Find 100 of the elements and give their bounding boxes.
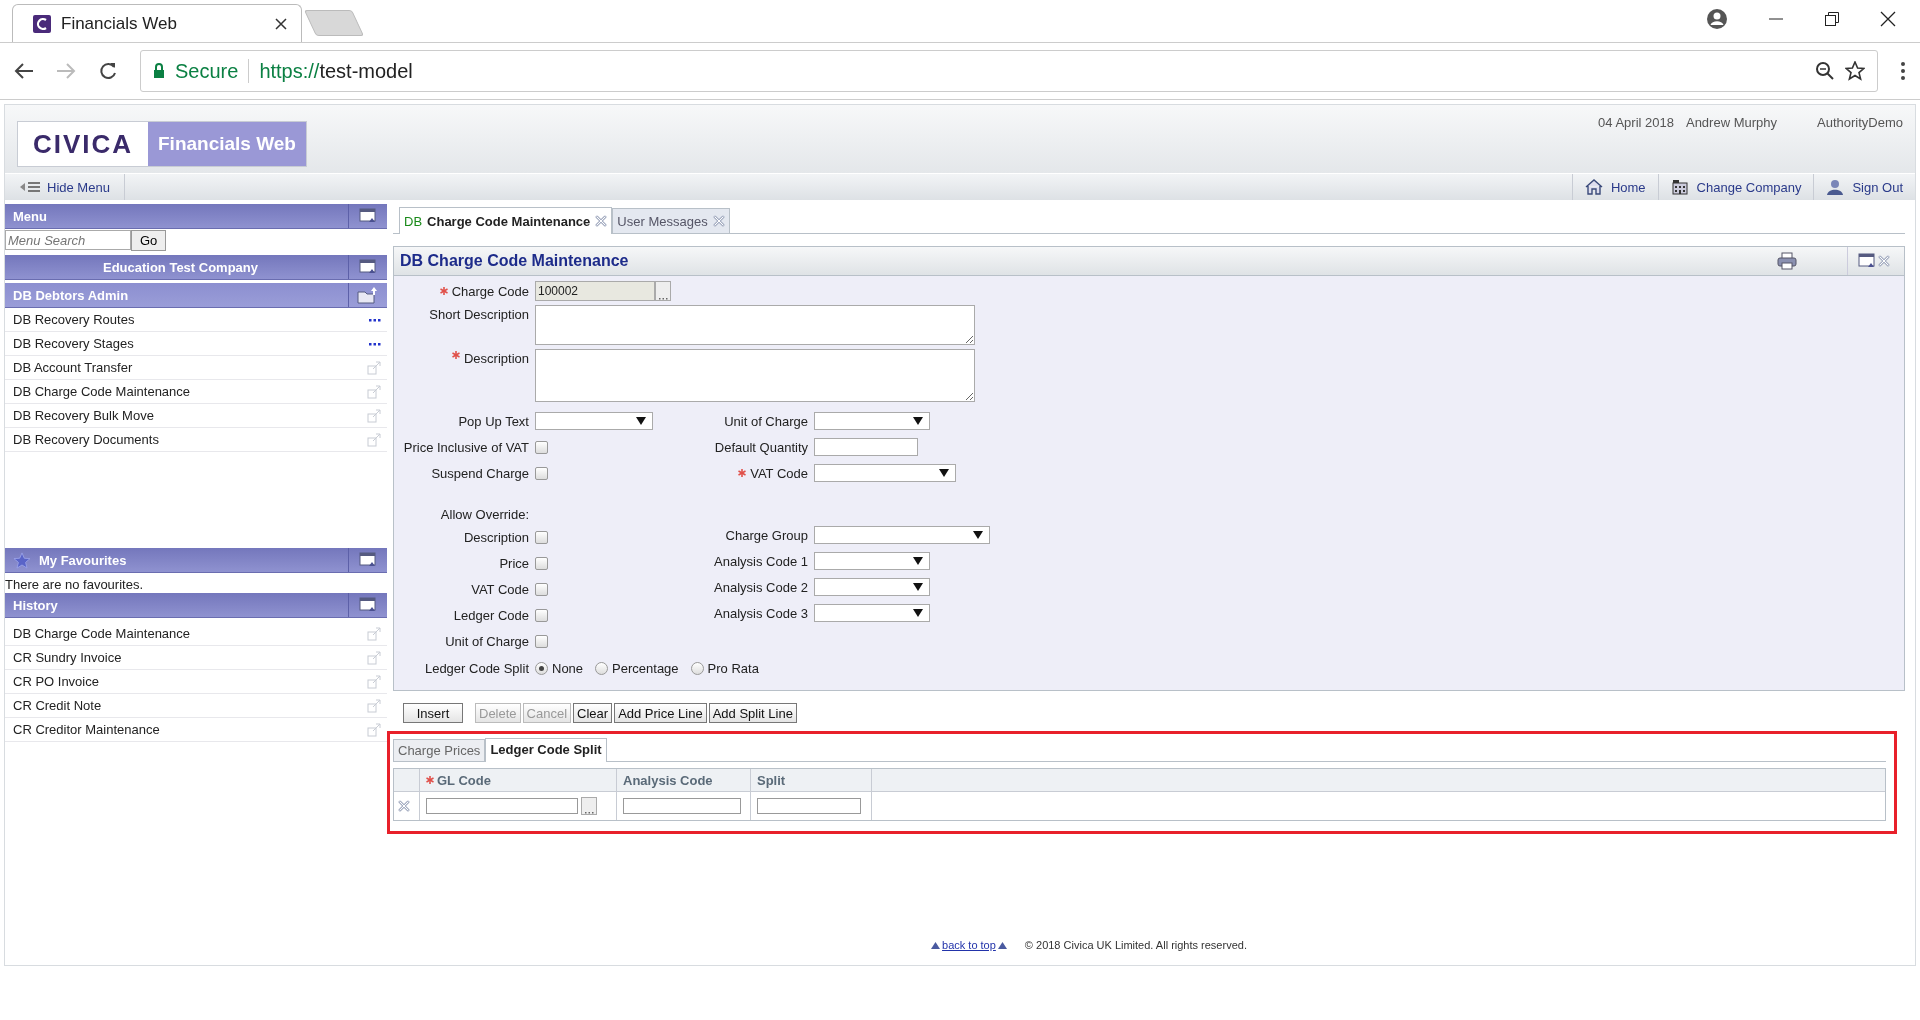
sub-tab[interactable]: Ledger Code Split [485,738,607,762]
history-item[interactable]: CR Sundry Invoice [5,646,387,670]
lookup-button[interactable] [581,797,597,815]
section-title: DB Debtors Admin [13,287,129,303]
close-icon[interactable] [275,17,287,30]
nav-link[interactable]: Sign Out [1813,174,1915,200]
window-icon[interactable] [359,552,377,568]
nav-link[interactable]: Home [1571,174,1658,200]
menu-item[interactable]: DB Charge Code Maintenance [5,380,387,404]
delete-icon[interactable] [398,800,410,812]
reload-icon[interactable] [98,61,118,81]
checkbox[interactable] [535,608,548,622]
nav-link[interactable]: Change Company [1657,174,1814,200]
more-icon[interactable] [369,341,381,346]
go-button[interactable]: Go [131,230,167,251]
menu-item[interactable]: DB Recovery Routes [5,308,387,332]
more-icon[interactable] [369,317,381,322]
history-item[interactable]: CR Creditor Maintenance [5,718,387,742]
url-text: https://test-model [259,59,413,83]
copyright-text: © 2018 Civica UK Limited. All rights reserved. [1024,939,1247,951]
address-bar[interactable]: Secure https://test-model [140,50,1878,92]
checkbox[interactable] [535,530,548,544]
radio-button[interactable] [535,661,548,675]
description-field[interactable] [535,349,975,402]
field-label: Charge Group [725,527,808,543]
home-icon [1584,179,1603,195]
checkbox[interactable] [535,466,548,480]
sub-tab[interactable]: Charge Prices [393,739,486,761]
new-tab-button[interactable] [303,10,365,36]
radio-label[interactable]: Percentage [612,660,679,676]
radio-label[interactable]: None [552,660,584,676]
window-icon[interactable] [1858,253,1876,269]
hide-menu-link[interactable]: Hide Menu [5,174,125,200]
menu-item[interactable]: DB Recovery Bulk Move [5,404,387,428]
close-icon[interactable] [1880,11,1896,27]
open-window-icon[interactable] [367,674,381,689]
dropdown[interactable] [814,578,930,596]
radio-button[interactable] [690,661,704,675]
charge-code-field[interactable]: 100002 [535,281,655,301]
page-tab[interactable]: User Messages [612,208,730,233]
folder-up-icon[interactable] [357,286,379,304]
lookup-button[interactable] [655,281,671,301]
window-icon[interactable] [359,597,377,613]
checkbox[interactable] [535,634,548,648]
history-item[interactable]: CR Credit Note [5,694,387,718]
menu-icon[interactable] [1900,61,1906,81]
menu-search-field[interactable]: Menu Search [5,230,131,250]
browser-tab[interactable]: Financials Web [12,4,302,42]
dropdown-arrow-icon [913,609,923,617]
open-window-icon[interactable] [367,360,381,375]
lock-icon [153,63,165,79]
open-window-icon[interactable] [367,650,381,665]
account-icon[interactable] [1706,8,1728,30]
page-tab[interactable]: DB Charge Code Maintenance [399,207,613,234]
radio-label[interactable]: Pro Rata [707,660,759,676]
menu-item[interactable]: DB Recovery Documents [5,428,387,452]
checkbox[interactable] [535,556,548,570]
window-icon[interactable] [359,208,377,224]
dropdown[interactable] [535,412,653,430]
restore-icon[interactable] [1824,11,1840,27]
user-name: Andrew Murphy [1685,115,1777,130]
field-label: Price [499,555,529,571]
action-button[interactable]: Insert [403,703,463,723]
history-item[interactable]: CR PO Invoice [5,670,387,694]
menu-item[interactable]: DB Recovery Stages [5,332,387,356]
open-window-icon[interactable] [367,626,381,641]
description-field[interactable] [535,305,975,345]
open-window-icon[interactable] [367,432,381,447]
zoom-icon[interactable] [1815,61,1835,81]
dropdown[interactable] [814,552,930,570]
app-logo-icon [33,14,51,33]
forward-icon[interactable] [56,62,76,80]
text-field[interactable] [814,438,918,456]
window-icon[interactable] [359,259,377,275]
open-window-icon[interactable] [367,384,381,399]
text-field[interactable] [757,798,861,814]
action-button[interactable]: Add Split Line [708,703,797,723]
radio-button[interactable] [595,661,609,675]
dropdown[interactable] [814,464,956,482]
back-icon[interactable] [14,62,34,80]
open-window-icon[interactable] [367,722,381,737]
dropdown[interactable] [814,604,930,622]
menu-item[interactable]: DB Account Transfer [5,356,387,380]
action-button[interactable]: Add Price Line [614,703,707,723]
gl-code-field[interactable] [426,798,578,814]
open-window-icon[interactable] [367,408,381,423]
field-label: Default Quantity [714,439,808,455]
field-label: Unit of Charge [724,413,808,429]
history-item[interactable]: DB Charge Code Maintenance [5,622,387,646]
checkbox[interactable] [535,582,548,596]
open-window-icon[interactable] [367,698,381,713]
action-button[interactable]: Clear [573,703,613,723]
text-field[interactable] [623,798,741,814]
company-name: Education Test Company [102,259,259,275]
back-to-top-link[interactable]: back to top [942,939,996,951]
bookmark-star-icon[interactable] [1845,61,1865,81]
dropdown[interactable] [814,526,990,544]
dropdown[interactable] [814,412,930,430]
checkbox[interactable] [535,440,548,454]
printer-icon[interactable] [1777,252,1797,270]
